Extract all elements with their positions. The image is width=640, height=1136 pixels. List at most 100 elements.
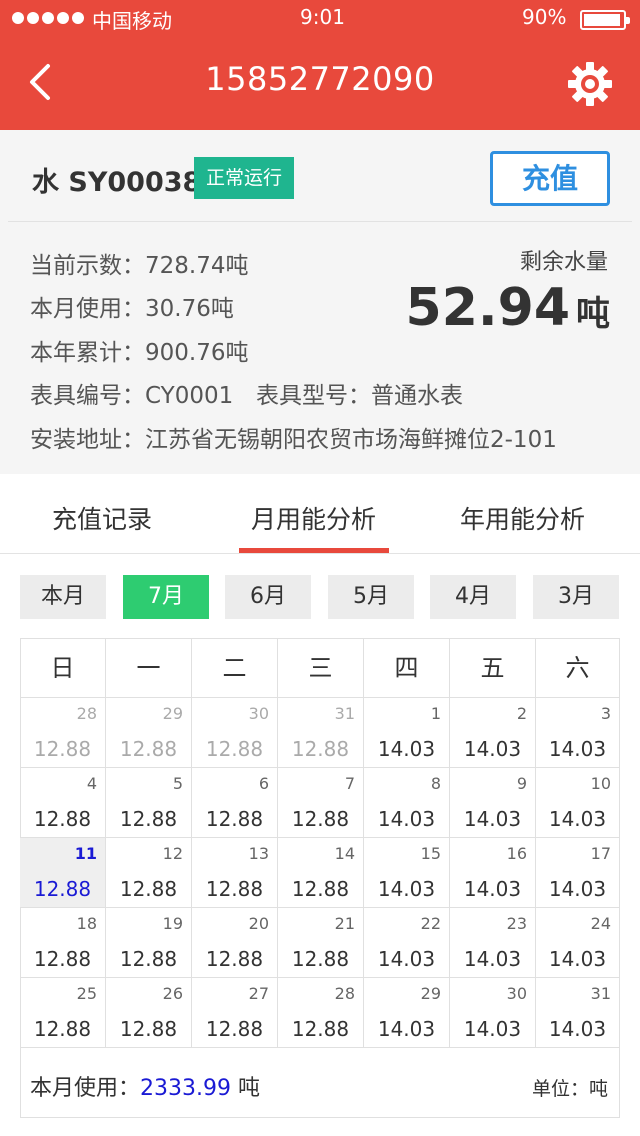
remaining-unit: 吨 — [576, 294, 610, 334]
weekday-header: 日 — [20, 638, 106, 698]
meter-number: 表具编号：CY0001 — [30, 383, 234, 409]
day-number: 18 — [76, 914, 97, 933]
calendar-day-cell[interactable]: 13 12.88 — [192, 838, 278, 908]
calendar-day-cell[interactable]: 9 14.03 — [450, 768, 536, 838]
day-number: 11 — [74, 844, 97, 863]
current-reading: 当前示数：728.74吨 — [30, 253, 249, 279]
recharge-button[interactable]: 充值 — [490, 151, 610, 206]
calendar-day-cell[interactable]: 18 12.88 — [20, 908, 106, 978]
day-number: 30 — [248, 704, 269, 723]
month-button-current[interactable]: 本月 — [20, 575, 106, 619]
day-usage-value: 12.88 — [33, 877, 92, 901]
calendar-day-cell[interactable]: 29 12.88 — [106, 698, 192, 768]
day-usage-value: 12.88 — [33, 737, 92, 761]
day-usage-value: 12.88 — [33, 1017, 92, 1041]
calendar-day-cell[interactable]: 16 14.03 — [450, 838, 536, 908]
day-number: 29 — [162, 704, 183, 723]
day-number: 24 — [590, 914, 611, 933]
meter-type: 表具型号：普通水表 — [256, 383, 463, 409]
month-button-jul[interactable]: 7月 — [123, 575, 209, 619]
day-number: 2 — [516, 704, 527, 723]
monthly-usage-summary: 本月使用：2333.99 吨 — [30, 1070, 260, 1102]
day-usage-value: 12.88 — [291, 947, 350, 971]
day-number: 4 — [86, 774, 97, 793]
calendar-day-cell[interactable]: 10 14.03 — [536, 768, 620, 838]
tab-recharge-records[interactable]: 充值记录 — [52, 500, 152, 536]
calendar-day-cell[interactable]: 19 12.88 — [106, 908, 192, 978]
calendar-day-cell[interactable]: 22 14.03 — [364, 908, 450, 978]
day-number: 6 — [258, 774, 269, 793]
month-button-mar[interactable]: 3月 — [533, 575, 619, 619]
divider — [8, 221, 632, 222]
calendar-day-cell[interactable]: 30 12.88 — [192, 698, 278, 768]
tab-yearly-analysis[interactable]: 年用能分析 — [460, 500, 585, 536]
day-usage-value: 14.03 — [463, 807, 522, 831]
calendar-day-cell[interactable]: 20 12.88 — [192, 908, 278, 978]
day-number: 17 — [590, 844, 611, 863]
unit-note: 单位：吨 — [531, 1078, 608, 1100]
month-button-apr[interactable]: 4月 — [430, 575, 516, 619]
calendar-day-cell[interactable]: 1 14.03 — [364, 698, 450, 768]
day-usage-value: 12.88 — [119, 737, 178, 761]
calendar-day-cell[interactable]: 15 14.03 — [364, 838, 450, 908]
calendar-day-cell[interactable]: 3 14.03 — [536, 698, 620, 768]
gear-icon — [568, 62, 612, 106]
calendar-day-cell[interactable]: 4 12.88 — [20, 768, 106, 838]
day-usage-value: 12.88 — [205, 877, 264, 901]
carrier-name: 中国移动 — [92, 9, 172, 33]
day-usage-value: 12.88 — [291, 737, 350, 761]
calendar-day-cell[interactable]: 11 12.88 — [20, 838, 106, 908]
calendar-day-cell[interactable]: 5 12.88 — [106, 768, 192, 838]
day-number: 5 — [172, 774, 183, 793]
day-number: 14 — [334, 844, 355, 863]
month-button-jun[interactable]: 6月 — [225, 575, 311, 619]
month-button-may[interactable]: 5月 — [328, 575, 414, 619]
calendar-day-cell[interactable]: 28 12.88 — [20, 698, 106, 768]
calendar-day-cell[interactable]: 8 14.03 — [364, 768, 450, 838]
calendar-day-cell[interactable]: 24 14.03 — [536, 908, 620, 978]
calendar-day-cell[interactable]: 23 14.03 — [450, 908, 536, 978]
weekday-header: 一 — [106, 638, 192, 698]
usage-unit: 吨 — [231, 1076, 260, 1101]
day-number: 9 — [516, 774, 527, 793]
year-total: 本年累计：900.76吨 — [30, 340, 249, 366]
day-usage-value: 12.88 — [205, 737, 264, 761]
day-usage-value: 14.03 — [377, 877, 436, 901]
calendar-day-cell[interactable]: 12 12.88 — [106, 838, 192, 908]
meter-name: 水 SY00038 — [32, 167, 202, 198]
calendar-day-cell[interactable]: 6 12.88 — [192, 768, 278, 838]
day-usage-value: 12.88 — [205, 947, 264, 971]
calendar-day-cell[interactable]: 17 14.03 — [536, 838, 620, 908]
day-number: 12 — [162, 844, 183, 863]
day-number: 26 — [162, 984, 183, 1003]
calendar-day-cell[interactable]: 30 14.03 — [450, 978, 536, 1048]
day-usage-value: 12.88 — [291, 1017, 350, 1041]
day-usage-value: 14.03 — [548, 1017, 607, 1041]
calendar-day-cell[interactable]: 21 12.88 — [278, 908, 364, 978]
day-number: 23 — [506, 914, 527, 933]
day-number: 3 — [600, 704, 611, 723]
calendar-day-cell[interactable]: 28 12.88 — [278, 978, 364, 1048]
calendar-day-cell[interactable]: 31 14.03 — [536, 978, 620, 1048]
settings-button[interactable] — [566, 60, 614, 108]
install-address: 安装地址：江苏省无锡朝阳农贸市场海鲜摊位2-101 — [30, 427, 557, 453]
calendar-day-cell[interactable]: 31 12.88 — [278, 698, 364, 768]
app-header: 中国移动 9:01 90% 15852772090 — [0, 0, 640, 130]
battery-icon — [580, 10, 630, 30]
calendar-day-cell[interactable]: 26 12.88 — [106, 978, 192, 1048]
day-usage-value: 14.03 — [463, 877, 522, 901]
calendar-day-cell[interactable]: 14 12.88 — [278, 838, 364, 908]
day-number: 21 — [334, 914, 355, 933]
calendar-day-cell[interactable]: 27 12.88 — [192, 978, 278, 1048]
remaining-amount: 52.94 吨 — [380, 278, 610, 338]
day-number: 10 — [590, 774, 611, 793]
calendar-day-cell[interactable]: 25 12.88 — [20, 978, 106, 1048]
day-usage-value: 12.88 — [291, 807, 350, 831]
calendar-day-cell[interactable]: 2 14.03 — [450, 698, 536, 768]
tab-monthly-analysis[interactable]: 月用能分析 — [251, 500, 376, 536]
calendar-day-cell[interactable]: 29 14.03 — [364, 978, 450, 1048]
day-usage-value: 12.88 — [119, 807, 178, 831]
battery-percent: 90% — [522, 5, 567, 29]
day-number: 28 — [334, 984, 355, 1003]
calendar-day-cell[interactable]: 7 12.88 — [278, 768, 364, 838]
